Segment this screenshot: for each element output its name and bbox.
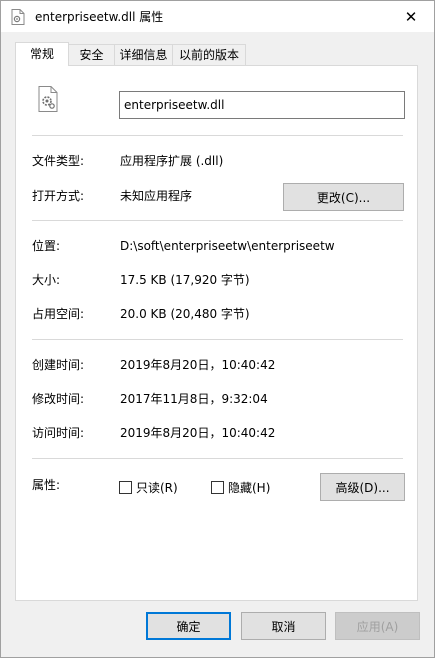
modified-value: 2017年11月8日，9:32:04 (120, 392, 268, 406)
file-name-input[interactable] (119, 91, 405, 119)
window-title: enterpriseetw.dll 属性 (35, 10, 164, 24)
title-bar[interactable]: enterpriseetw.dll 属性 ✕ (1, 1, 434, 32)
created-value: 2019年8月20日，10:40:42 (120, 358, 276, 372)
dll-file-icon (11, 9, 25, 25)
size-value: 17.5 KB (17,920 字节) (120, 273, 250, 287)
close-button[interactable]: ✕ (388, 1, 434, 32)
close-icon: ✕ (404, 7, 418, 26)
hidden-checkbox[interactable]: 隐藏(H) (211, 479, 270, 496)
file-type-value: 应用程序扩展 (.dll) (120, 154, 224, 168)
change-button[interactable]: 更改(C)... (283, 183, 404, 211)
location-label: 位置: (32, 239, 61, 253)
tab-security[interactable]: 安全 (68, 44, 115, 65)
general-panel: 文件类型: 应用程序扩展 (.dll) 打开方式: 未知应用程序 更改(C)..… (15, 65, 418, 601)
dll-gear-icon (38, 86, 58, 112)
disk-size-label: 占用空间: (32, 307, 85, 321)
ok-button[interactable]: 确定 (146, 612, 231, 640)
readonly-checkbox[interactable]: 只读(R) (119, 479, 178, 496)
opens-with-label: 打开方式: (32, 189, 85, 203)
separator (32, 339, 403, 340)
tab-previous-versions[interactable]: 以前的版本 (172, 44, 246, 65)
separator (32, 458, 403, 459)
file-type-label: 文件类型: (32, 154, 85, 168)
modified-label: 修改时间: (32, 392, 85, 406)
created-label: 创建时间: (32, 358, 85, 372)
separator (32, 135, 403, 136)
tab-details[interactable]: 详细信息 (114, 44, 173, 65)
advanced-button[interactable]: 高级(D)... (320, 473, 405, 501)
disk-size-value: 20.0 KB (20,480 字节) (120, 307, 250, 321)
accessed-value: 2019年8月20日，10:40:42 (120, 426, 276, 440)
cancel-button[interactable]: 取消 (241, 612, 326, 640)
size-label: 大小: (32, 273, 61, 287)
tab-general[interactable]: 常规 (15, 42, 69, 66)
accessed-label: 访问时间: (32, 426, 85, 440)
separator (32, 220, 403, 221)
readonly-label: 只读(R) (136, 481, 178, 495)
location-value: D:\soft\enterpriseetw\enterpriseetw (120, 239, 335, 253)
attributes-label: 属性: (32, 478, 61, 492)
hidden-label: 隐藏(H) (228, 481, 271, 495)
apply-button[interactable]: 应用(A) (335, 612, 420, 640)
readonly-checkbox-box[interactable] (119, 481, 132, 494)
hidden-checkbox-box[interactable] (211, 481, 224, 494)
properties-dialog: enterpriseetw.dll 属性 ✕ 常规 安全 详细信息 以前的版本 … (0, 0, 435, 658)
opens-with-value: 未知应用程序 (120, 189, 193, 203)
